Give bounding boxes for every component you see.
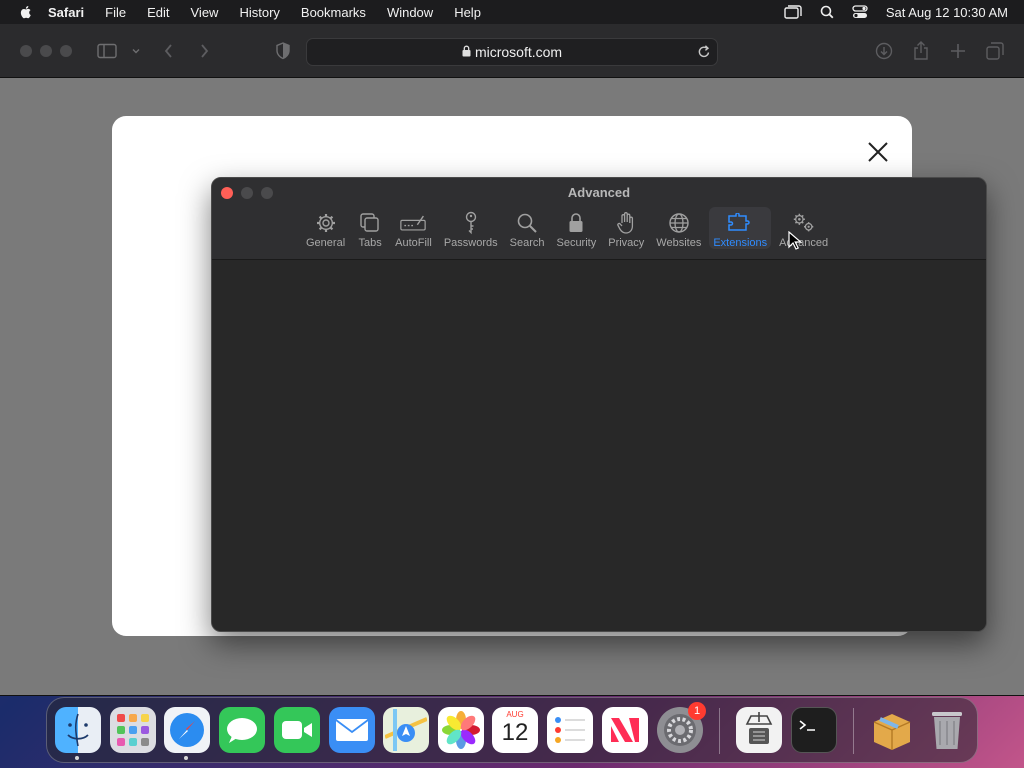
preferences-content — [212, 260, 986, 631]
tab-passwords[interactable]: Passwords — [440, 207, 502, 249]
address-bar[interactable]: microsoft.com — [306, 38, 718, 66]
terminal-icon[interactable] — [791, 707, 837, 753]
archive-utility-icon[interactable] — [736, 707, 782, 753]
tab-label: Advanced — [779, 237, 829, 249]
trash-icon[interactable] — [924, 707, 970, 753]
news-icon[interactable] — [602, 707, 648, 753]
package-icon[interactable] — [869, 707, 915, 753]
tab-overview-icon[interactable] — [984, 40, 1006, 62]
tab-websites[interactable]: Websites — [652, 207, 705, 249]
calendar-month: AUG — [506, 710, 524, 719]
zoom-window-button[interactable] — [60, 45, 72, 57]
facetime-icon[interactable] — [274, 707, 320, 753]
launchpad-icon[interactable] — [110, 707, 156, 753]
modal-close-icon[interactable] — [862, 136, 894, 168]
menu-bar: Safari File Edit View History Bookmarks … — [0, 0, 1024, 24]
menu-edit[interactable]: Edit — [147, 5, 169, 20]
tabs-icon — [357, 211, 383, 235]
hand-icon — [613, 211, 639, 235]
maps-icon[interactable] — [383, 707, 429, 753]
dock-running-indicator — [184, 756, 188, 760]
tab-autofill[interactable]: AutoFill — [391, 207, 436, 249]
tab-label: Security — [556, 237, 597, 249]
tab-label: Tabs — [358, 237, 382, 249]
preferences-window: Advanced General Tabs AutoFill Passwords… — [211, 177, 987, 632]
dock-separator — [853, 708, 854, 754]
dock-separator — [719, 708, 720, 754]
menu-view[interactable]: View — [191, 5, 219, 20]
menu-history[interactable]: History — [239, 5, 279, 20]
tab-extensions[interactable]: Extensions — [709, 207, 772, 249]
finder-icon[interactable] — [55, 707, 101, 753]
lock-icon — [563, 211, 589, 235]
tab-general[interactable]: General — [302, 207, 349, 249]
dock: AUG 12 — [46, 697, 978, 763]
browser-toolbar: microsoft.com — [0, 24, 1024, 78]
tab-label: General — [306, 237, 346, 249]
reminders-icon[interactable] — [547, 707, 593, 753]
menu-app-name[interactable]: Safari — [48, 5, 84, 20]
photos-icon[interactable] — [438, 707, 484, 753]
minimize-window-button[interactable] — [40, 45, 52, 57]
preferences-title: Advanced — [567, 185, 631, 200]
apple-menu-icon[interactable] — [18, 4, 34, 20]
menu-file[interactable]: File — [105, 5, 126, 20]
tab-label: Privacy — [608, 237, 645, 249]
tab-security[interactable]: Security — [552, 207, 600, 249]
mail-icon[interactable] — [329, 707, 375, 753]
lock-icon — [462, 44, 471, 60]
new-tab-icon[interactable] — [947, 40, 969, 62]
tab-label: Search — [509, 237, 545, 249]
url-text: microsoft.com — [474, 44, 563, 60]
mouse-pointer-icon — [788, 230, 803, 256]
notification-badge: 1 — [688, 702, 706, 720]
forward-icon[interactable] — [193, 40, 215, 62]
search-icon — [514, 211, 540, 235]
tab-advanced[interactable]: Advanced — [775, 207, 832, 249]
share-icon[interactable] — [910, 40, 932, 62]
calendar-day: 12 — [501, 719, 529, 746]
downloads-icon[interactable] — [873, 40, 895, 62]
tab-label: Websites — [656, 237, 702, 249]
sidebar-toggle-icon[interactable] — [96, 40, 118, 62]
control-center-icon[interactable] — [852, 5, 868, 19]
back-icon[interactable] — [158, 40, 180, 62]
dock-running-indicator — [75, 756, 79, 760]
close-window-button[interactable] — [20, 45, 32, 57]
preferences-toolbar: Advanced General Tabs AutoFill Passwords… — [212, 178, 986, 260]
globe-icon — [666, 211, 692, 235]
window-stack-icon[interactable] — [784, 5, 802, 19]
safari-app-icon[interactable] — [164, 707, 210, 753]
menu-help[interactable]: Help — [454, 5, 481, 20]
tab-label: Extensions — [713, 237, 768, 249]
key-icon — [458, 211, 484, 235]
gear-icon — [313, 211, 339, 235]
tab-tabs[interactable]: Tabs — [353, 207, 387, 249]
calendar-icon[interactable]: AUG 12 — [492, 707, 538, 753]
reload-icon[interactable] — [697, 44, 711, 63]
chevron-down-icon[interactable] — [125, 40, 147, 62]
menu-clock[interactable]: Sat Aug 12 10:30 AM — [886, 5, 1008, 20]
privacy-shield-icon[interactable] — [272, 40, 294, 62]
tab-privacy[interactable]: Privacy — [604, 207, 648, 249]
puzzle-icon — [727, 211, 753, 235]
autofill-icon — [400, 211, 427, 235]
tab-label: AutoFill — [395, 237, 432, 249]
preferences-tabs: General Tabs AutoFill Passwords Search S… — [300, 207, 834, 249]
spotlight-search-icon[interactable] — [820, 5, 834, 19]
tab-label: Passwords — [443, 237, 498, 249]
messages-icon[interactable] — [219, 707, 265, 753]
window-controls — [20, 45, 72, 57]
menu-window[interactable]: Window — [387, 5, 433, 20]
tab-search[interactable]: Search — [506, 207, 549, 249]
menu-bookmarks[interactable]: Bookmarks — [301, 5, 366, 20]
